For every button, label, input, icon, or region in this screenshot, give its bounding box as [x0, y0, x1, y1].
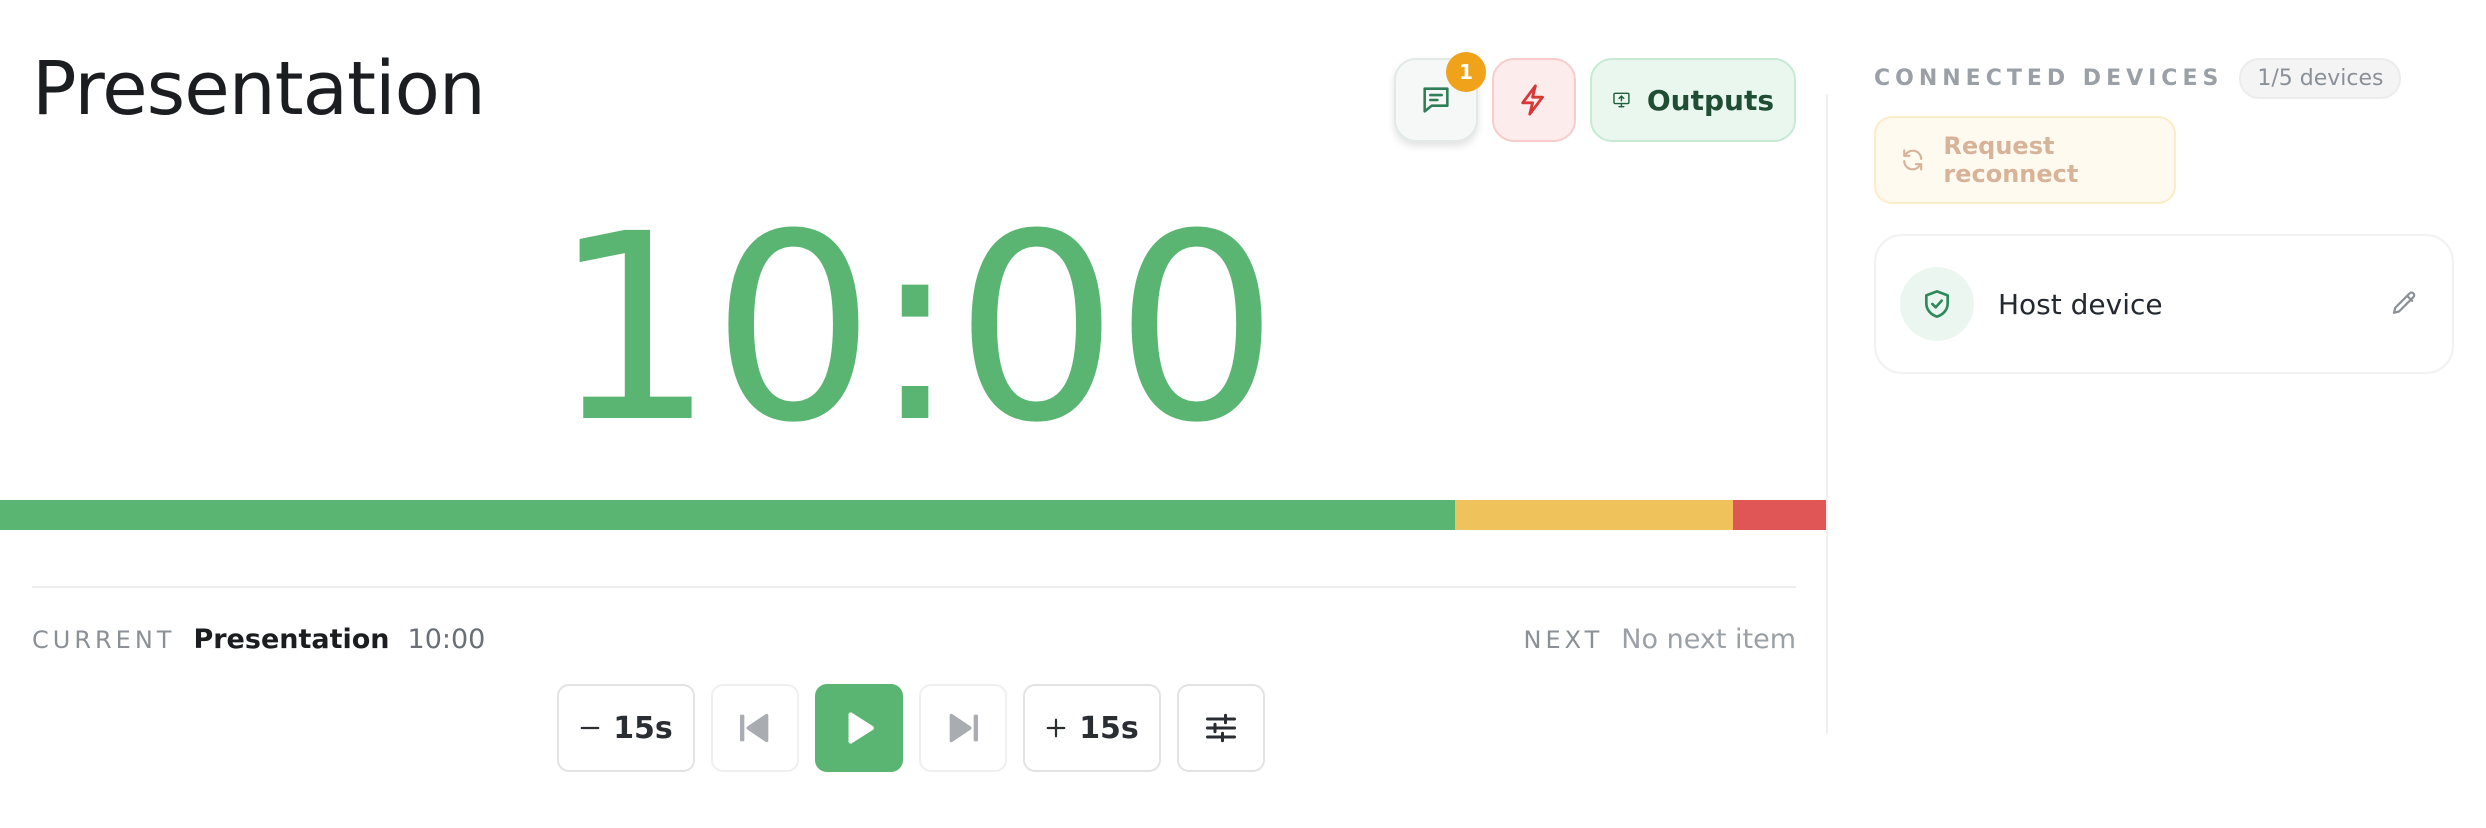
devices-sidebar: CONNECTED DEVICES 1/5 devices Request re… [1874, 0, 2464, 828]
devices-title: CONNECTED DEVICES [1874, 66, 2224, 91]
outputs-label: Outputs [1646, 83, 1774, 117]
panel-divider [1826, 94, 1828, 734]
skip-back-icon [740, 713, 769, 743]
plus-icon [1046, 718, 1066, 738]
device-name: Host device [1998, 287, 2163, 321]
device-card: Host device [1874, 234, 2454, 374]
request-reconnect-button[interactable]: Request reconnect [1874, 116, 2176, 204]
lightning-icon [1521, 84, 1544, 116]
top-actions: 1 Outputs [1394, 52, 1796, 142]
skip-forward-icon [949, 713, 978, 743]
request-reconnect-label: Request reconnect [1943, 132, 2079, 188]
play-button[interactable] [815, 684, 903, 772]
app-root: Presentation 1 Outputs 10:00 CURRENT Pre… [0, 0, 2486, 828]
timer-settings-button[interactable] [1177, 684, 1265, 772]
edit-device-button[interactable] [2380, 280, 2428, 328]
device-avatar [1900, 267, 1974, 341]
refresh-icon [1903, 149, 1923, 171]
add-15s-button[interactable]: 15s [1023, 684, 1161, 772]
timer-display: 10:00 [551, 179, 1279, 479]
divider [32, 586, 1796, 588]
progress-segment-yellow [1455, 500, 1733, 530]
pencil-icon [2392, 291, 2416, 314]
flash-button[interactable] [1492, 58, 1576, 142]
next-caption: NEXT [1523, 626, 1604, 654]
progress-segment-green [0, 500, 1456, 530]
next-item: NEXT No next item [1524, 624, 1797, 655]
progress-segment-red [1732, 500, 1826, 530]
devices-count-badge: 1/5 devices [2239, 58, 2402, 99]
minus-icon [580, 726, 600, 730]
subtract-15s-label: 15s [613, 710, 673, 746]
add-15s-label: 15s [1079, 710, 1139, 746]
current-title: Presentation [193, 624, 390, 655]
subtract-15s-button[interactable]: 15s [557, 684, 695, 772]
current-item: CURRENT Presentation 10:00 [32, 624, 485, 655]
previous-button[interactable] [711, 684, 799, 772]
messages-badge: 1 [1446, 52, 1486, 92]
monitor-upload-icon [1613, 92, 1630, 108]
sliders-icon [1206, 713, 1236, 743]
devices-header: CONNECTED DEVICES 1/5 devices [1874, 58, 2402, 99]
current-caption: CURRENT [32, 626, 176, 654]
timer-progress-bar [0, 500, 1826, 530]
play-icon [848, 712, 874, 744]
next-value: No next item [1621, 624, 1796, 655]
page-title: Presentation [32, 46, 486, 132]
shield-check-icon [1925, 290, 1949, 318]
message-icon [1423, 87, 1449, 113]
timer-panel: Presentation 1 Outputs 10:00 CURRENT Pre… [0, 0, 1826, 828]
messages-button[interactable]: 1 [1394, 52, 1486, 142]
playback-controls: 15s 15s [557, 684, 1265, 772]
outputs-button[interactable]: Outputs [1590, 58, 1796, 142]
current-time: 10:00 [407, 624, 486, 655]
next-button[interactable] [919, 684, 1007, 772]
